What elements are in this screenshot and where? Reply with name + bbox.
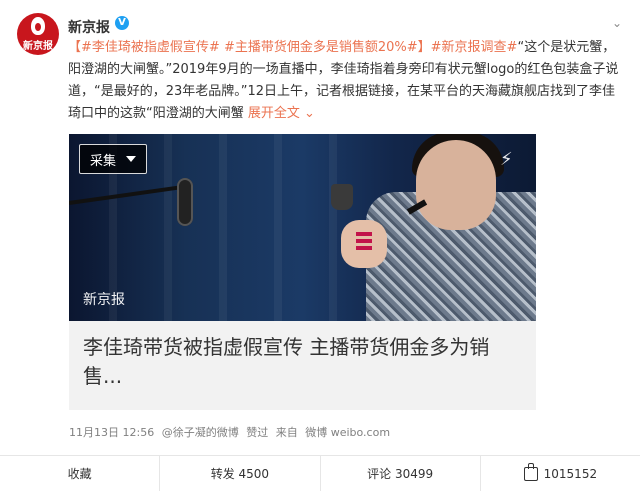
microphone-shape	[177, 178, 193, 226]
expand-link[interactable]: 展开全文 ⌄	[248, 106, 315, 121]
post-time[interactable]: 11月13日 12:56	[69, 426, 154, 439]
source-prefix: 来自	[275, 426, 298, 439]
like-button[interactable]: 1015152	[481, 456, 640, 491]
chevron-down-icon: ⌄	[304, 106, 315, 121]
person-head-shape	[416, 140, 496, 230]
repost-button[interactable]: 转发 4500	[160, 456, 321, 491]
post-meta: 11月13日 12:56 @徐子凝的微博 赞过 来自 微博 weibo.com	[69, 424, 394, 440]
collect-badge[interactable]: 采集	[79, 144, 148, 174]
bracket-open: 【	[68, 40, 82, 55]
post-text: 【#李佳琦被指虚假宣传# #主播带货佣金多是销售额20%#】#新京报调查#“这个…	[68, 37, 620, 125]
chevron-down-icon[interactable]: ⌄	[612, 16, 622, 30]
source-link[interactable]: 微博 weibo.com	[305, 426, 390, 439]
author-name[interactable]: 新京报	[68, 17, 110, 37]
article-title[interactable]: 李佳琦带货被指虚假宣传 主播带货佣金多为销售...	[83, 333, 523, 391]
lightning-icon: ⚡	[500, 149, 513, 170]
caret-down-icon	[126, 156, 137, 162]
compact-shape	[331, 184, 353, 210]
action-bar: 收藏 转发 4500 评论 30499 1015152	[0, 456, 640, 491]
watermark-text: 新京报	[83, 292, 125, 308]
avatar-logo-text: 新京报	[23, 41, 53, 52]
via-user-link[interactable]: @徐子凝的微博	[162, 426, 239, 439]
hashtag-link[interactable]: #李佳琦被指虚假宣传#	[81, 40, 220, 55]
favorite-button[interactable]: 收藏	[0, 456, 161, 491]
liked-label: 赞过	[246, 426, 269, 439]
thumb-up-icon	[523, 462, 538, 481]
verified-icon: V	[115, 16, 129, 30]
nail-polish-shape	[356, 232, 372, 252]
article-card[interactable]: 采集 ⚡ 新京报 李佳琦带货被指虚假宣传 主播带货佣金多为销售...	[69, 134, 536, 410]
comment-button[interactable]: 评论 30499	[321, 456, 481, 491]
mic-stand-shape	[69, 185, 179, 205]
hashtag-link[interactable]: #新京报调查#	[431, 40, 518, 55]
bracket-close: 】	[417, 40, 431, 55]
article-thumbnail[interactable]: 采集 ⚡ 新京报	[69, 134, 536, 321]
avatar[interactable]: 新京报	[17, 13, 59, 55]
flame-logo-icon	[31, 17, 45, 35]
hashtag-link[interactable]: #主播带货佣金多是销售额20%#	[224, 40, 418, 55]
